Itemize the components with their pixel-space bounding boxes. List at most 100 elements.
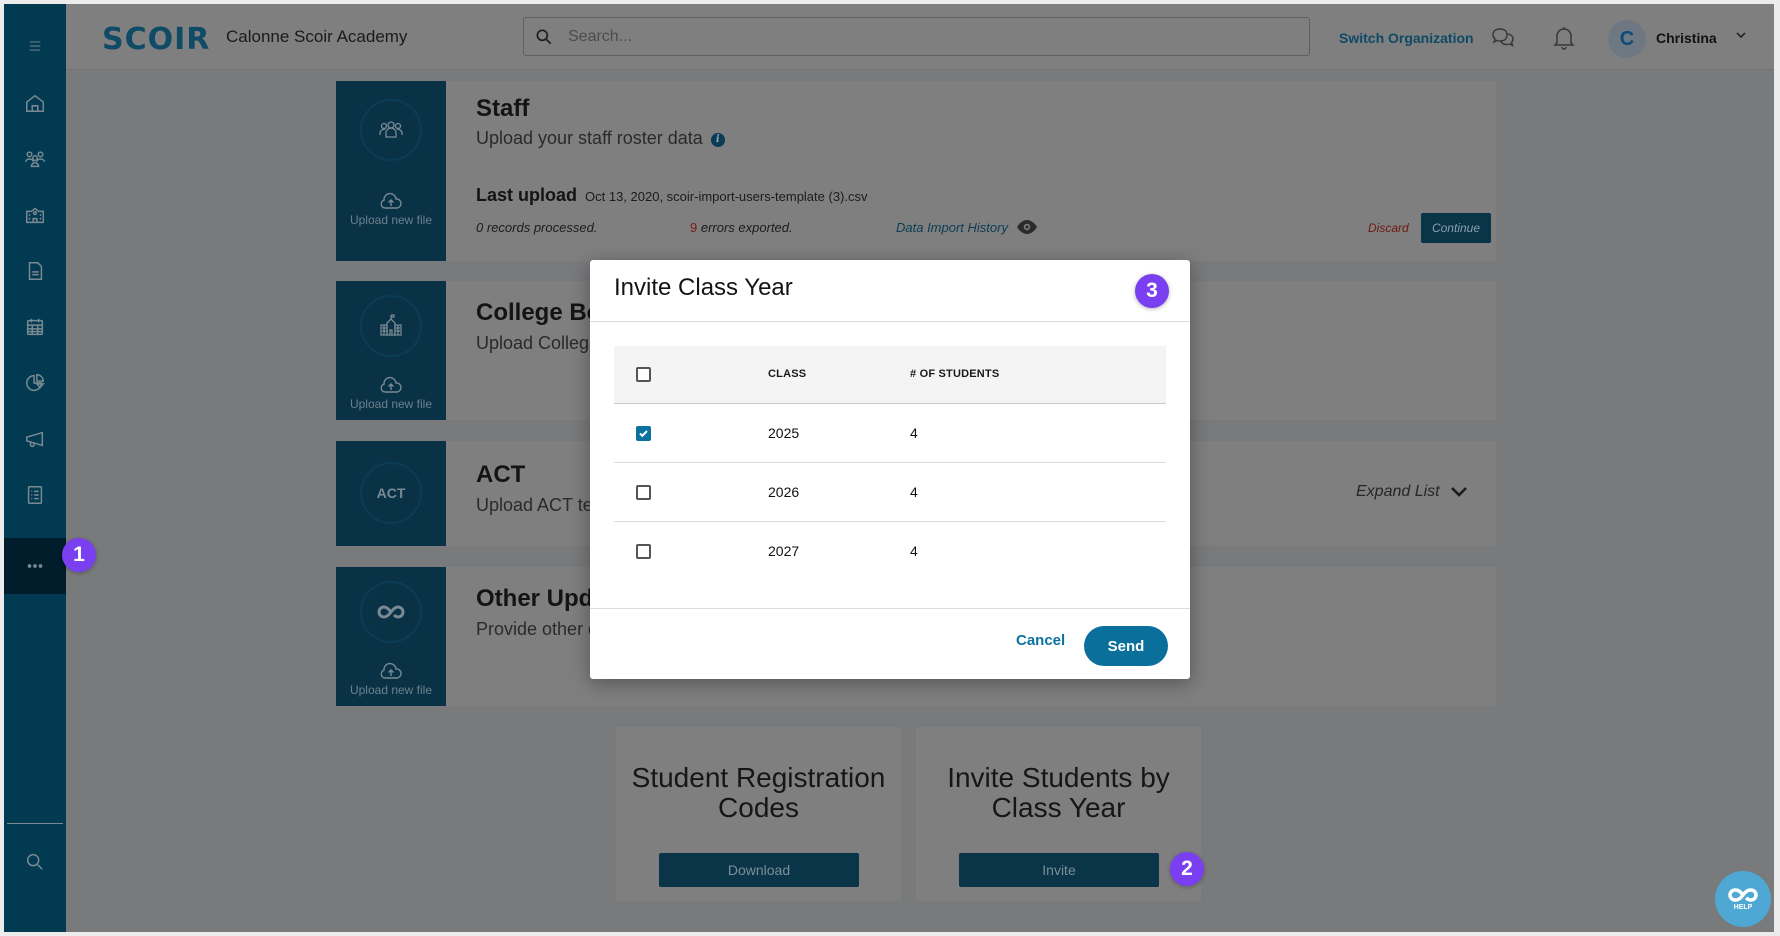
table-row[interactable]: 2027 4 bbox=[614, 522, 1166, 581]
megaphone-icon bbox=[26, 431, 44, 448]
last-upload-label: Last upload bbox=[476, 185, 578, 205]
switch-organization-link[interactable]: Switch Organization bbox=[1339, 30, 1474, 46]
records-count: 0 bbox=[476, 220, 484, 235]
sidebar-item-tasks[interactable] bbox=[4, 467, 66, 523]
sidebar bbox=[4, 4, 66, 932]
table-row[interactable]: 2025 4 bbox=[614, 404, 1166, 463]
errors-text: errors exported. bbox=[700, 220, 793, 235]
last-upload-info: Last upload Oct 13, 2020, scoir-import-us… bbox=[476, 185, 868, 206]
sidebar-item-analytics[interactable] bbox=[4, 355, 66, 411]
cancel-button[interactable]: Cancel bbox=[1016, 632, 1065, 649]
staff-card-sidebar[interactable]: Upload new file bbox=[336, 81, 446, 261]
errors-count: 9 bbox=[690, 220, 698, 235]
sidebar-divider bbox=[7, 823, 63, 824]
staff-title: Staff bbox=[476, 95, 530, 122]
chat-bubbles-icon bbox=[1492, 28, 1514, 47]
scoir-logo[interactable]: SCOIR bbox=[102, 22, 210, 57]
row-checkbox[interactable] bbox=[636, 544, 651, 559]
column-header-students: # OF STUDENTS bbox=[910, 368, 1000, 380]
global-search[interactable] bbox=[523, 17, 1310, 56]
other-updates-card-sidebar[interactable]: Upload new file bbox=[336, 567, 446, 706]
user-avatar[interactable]: C bbox=[1608, 20, 1646, 58]
sidebar-item-students[interactable] bbox=[4, 131, 66, 187]
row-checkbox[interactable] bbox=[636, 485, 651, 500]
table-row[interactable]: 2026 4 bbox=[614, 463, 1166, 522]
tile-title: Student Registration Codes bbox=[631, 762, 886, 823]
last-upload-value: Oct 13, 2020, scoir-import-users-templat… bbox=[585, 189, 868, 204]
app-frame: SCOIR Calonne Scoir Academy Switch Organ… bbox=[4, 4, 1774, 932]
class-cell: 2025 bbox=[768, 425, 800, 441]
errors-exported: 9 errors exported. bbox=[690, 220, 793, 235]
search-input[interactable] bbox=[568, 27, 1268, 46]
expand-list-label: Expand List bbox=[1356, 483, 1440, 500]
user-name[interactable]: Christina bbox=[1656, 30, 1717, 46]
upload-new-file-label: Upload new file bbox=[349, 213, 433, 227]
search-icon bbox=[536, 29, 552, 44]
step-badge-2: 2 bbox=[1170, 852, 1204, 886]
upload-new-file-label: Upload new file bbox=[349, 683, 433, 697]
chevron-down-icon bbox=[1450, 487, 1467, 497]
sidebar-menu-toggle[interactable] bbox=[4, 18, 66, 74]
students-cell: 4 bbox=[910, 425, 918, 441]
organization-name: Calonne Scoir Academy bbox=[226, 27, 408, 46]
checklist-icon bbox=[27, 486, 43, 504]
menu-icon bbox=[29, 41, 41, 51]
table-header: CLASS # OF STUDENTS bbox=[614, 346, 1166, 404]
modal-header-divider bbox=[590, 321, 1190, 322]
cloud-upload-icon bbox=[380, 192, 402, 209]
sidebar-item-more[interactable] bbox=[4, 538, 66, 594]
modal-title: Invite Class Year bbox=[614, 274, 793, 301]
discard-button[interactable]: Discard bbox=[1368, 221, 1409, 235]
class-year-table: CLASS # OF STUDENTS 2025 4 2026 4 2027 4 bbox=[614, 346, 1166, 581]
invite-class-year-modal: Invite Class Year CLASS # OF STUDENTS 20… bbox=[590, 260, 1190, 679]
download-button[interactable]: Download bbox=[659, 853, 859, 887]
cloud-upload-icon bbox=[380, 662, 402, 679]
step-badge-1: 1 bbox=[62, 538, 96, 572]
records-processed: 0 records processed. bbox=[476, 220, 597, 235]
sidebar-item-calendar[interactable] bbox=[4, 299, 66, 355]
more-icon bbox=[27, 564, 43, 568]
messages-button[interactable] bbox=[1490, 25, 1516, 51]
student-registration-codes-tile: Student Registration Codes Download bbox=[616, 727, 901, 901]
sidebar-item-search[interactable] bbox=[4, 834, 66, 890]
upload-new-file-button[interactable]: Upload new file bbox=[336, 375, 446, 411]
staff-group-icon bbox=[379, 121, 403, 138]
history-link-label: Data Import History bbox=[896, 219, 1008, 235]
invite-button[interactable]: Invite bbox=[959, 853, 1159, 887]
row-checkbox-checked[interactable] bbox=[636, 426, 651, 441]
scoir-infinity-icon bbox=[377, 605, 405, 619]
calendar-icon bbox=[26, 318, 44, 336]
sidebar-item-documents[interactable] bbox=[4, 243, 66, 299]
send-button[interactable]: Send bbox=[1084, 626, 1168, 666]
upload-new-file-button[interactable]: Upload new file bbox=[336, 191, 446, 227]
school-building-icon bbox=[380, 314, 402, 336]
home-icon bbox=[26, 94, 44, 112]
analytics-icon bbox=[26, 374, 45, 392]
sidebar-item-announcements[interactable] bbox=[4, 411, 66, 467]
chevron-down-icon[interactable] bbox=[1734, 28, 1748, 42]
help-button[interactable]: HELP bbox=[1715, 871, 1771, 927]
sidebar-item-home[interactable] bbox=[4, 75, 66, 131]
upload-new-file-button[interactable]: Upload new file bbox=[336, 661, 446, 697]
checkmark-icon bbox=[639, 430, 648, 438]
act-card-sidebar[interactable]: ACT bbox=[336, 441, 446, 546]
data-import-history-link[interactable]: Data Import History bbox=[896, 219, 1038, 235]
notifications-button[interactable] bbox=[1551, 25, 1577, 51]
upload-new-file-label: Upload new file bbox=[349, 397, 433, 411]
college-board-card-sidebar[interactable]: Upload new file bbox=[336, 281, 446, 420]
students-cell: 4 bbox=[910, 543, 918, 559]
expand-list-button[interactable]: Expand List bbox=[1356, 483, 1468, 501]
column-header-class: CLASS bbox=[768, 368, 807, 380]
scoir-infinity-icon bbox=[1728, 888, 1758, 902]
school-icon bbox=[26, 207, 44, 224]
records-text: records processed. bbox=[486, 220, 598, 235]
select-all-checkbox[interactable] bbox=[636, 367, 651, 382]
students-cell: 4 bbox=[910, 484, 918, 500]
invite-students-tile: Invite Students by Class Year Invite bbox=[916, 727, 1201, 901]
sidebar-item-schools[interactable] bbox=[4, 187, 66, 243]
continue-button[interactable]: Continue bbox=[1421, 213, 1491, 243]
class-cell: 2027 bbox=[768, 543, 800, 559]
college-board-icon-circle bbox=[360, 295, 422, 357]
other-updates-icon-circle bbox=[360, 581, 422, 643]
info-icon[interactable]: i bbox=[710, 133, 725, 147]
